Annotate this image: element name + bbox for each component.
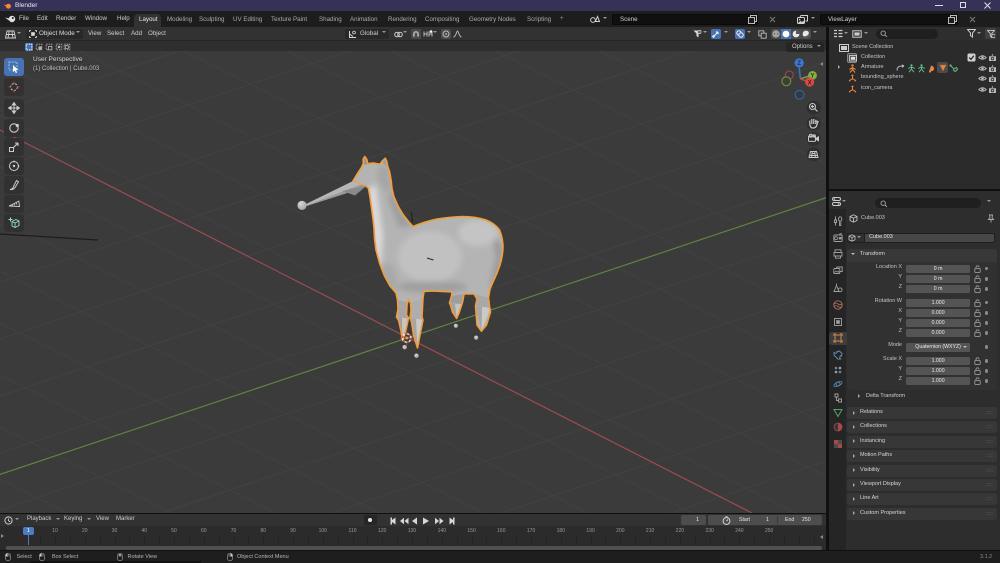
svg-text:Z: Z (797, 61, 801, 67)
svg-text:X: X (808, 80, 812, 86)
